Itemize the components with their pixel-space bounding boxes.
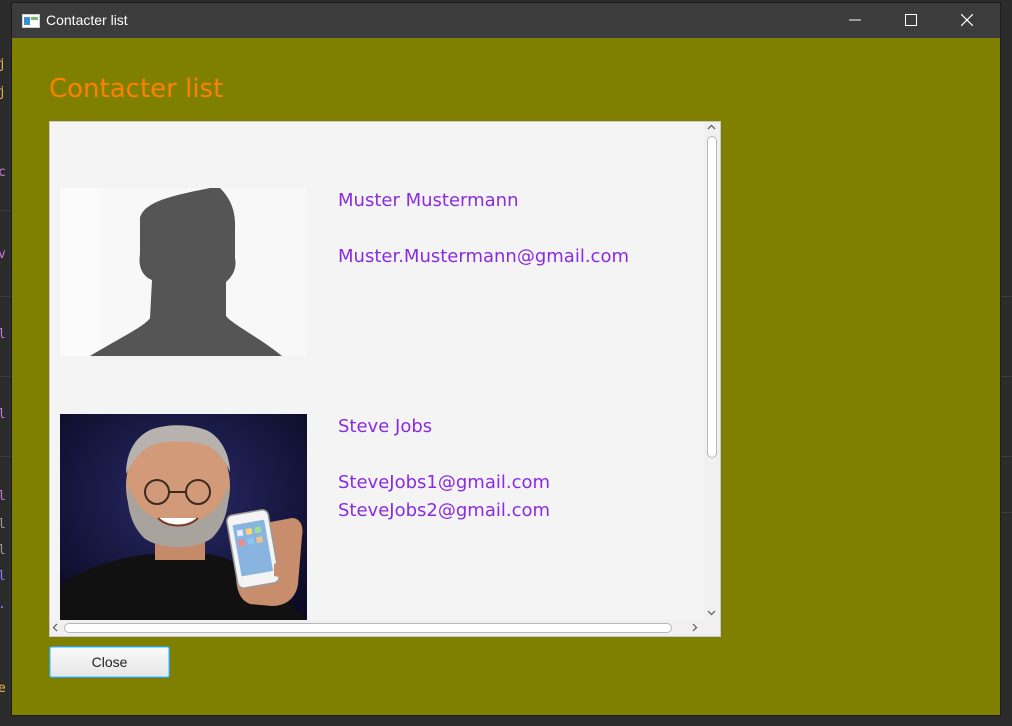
avatar <box>60 188 307 356</box>
background-editor-right <box>1000 0 1012 726</box>
contact-email: SteveJobs1@gmail.com <box>338 472 551 493</box>
scrollbar-corner <box>704 620 720 636</box>
background-editor-strip: j j c v l l l l l l . e <box>0 0 12 726</box>
chevron-left-icon[interactable] <box>52 623 58 632</box>
maximize-icon <box>905 14 917 26</box>
person-photo-icon <box>60 414 307 620</box>
chevron-up-icon[interactable] <box>707 124 716 130</box>
avatar <box>60 414 307 620</box>
close-icon <box>961 14 973 26</box>
title-bar[interactable]: Contacter list <box>12 3 1000 38</box>
vertical-scroll-thumb[interactable] <box>707 136 717 458</box>
contact-name: Steve Jobs <box>338 416 433 437</box>
list-item[interactable]: Muster Mustermann Muster.Mustermann@gmai… <box>50 188 700 358</box>
minimize-button[interactable] <box>832 3 878 38</box>
page-title: Contacter list <box>49 74 224 104</box>
close-button[interactable]: Close <box>49 646 170 678</box>
contact-list[interactable]: Muster Mustermann Muster.Mustermann@gmai… <box>49 121 721 637</box>
contact-list-window: Contacter list Contacter list Muster Mus… <box>12 3 1000 715</box>
minimize-icon <box>849 19 861 21</box>
silhouette-avatar-icon <box>60 188 307 356</box>
contact-email: Muster.Mustermann@gmail.com <box>338 246 629 267</box>
chevron-right-icon[interactable] <box>692 623 698 632</box>
contact-email: SteveJobs2@gmail.com <box>338 500 551 521</box>
chevron-down-icon[interactable] <box>707 610 716 616</box>
app-window-icon <box>22 13 40 28</box>
close-window-button[interactable] <box>944 3 990 38</box>
window-title: Contacter list <box>46 12 128 28</box>
contact-name: Muster Mustermann <box>338 190 519 211</box>
list-item[interactable]: Steve Jobs SteveJobs1@gmail.com SteveJob… <box>50 414 700 620</box>
horizontal-scrollbar[interactable] <box>50 620 704 636</box>
horizontal-scroll-thumb[interactable] <box>64 623 672 633</box>
maximize-button[interactable] <box>888 3 934 38</box>
vertical-scrollbar[interactable] <box>704 122 720 620</box>
